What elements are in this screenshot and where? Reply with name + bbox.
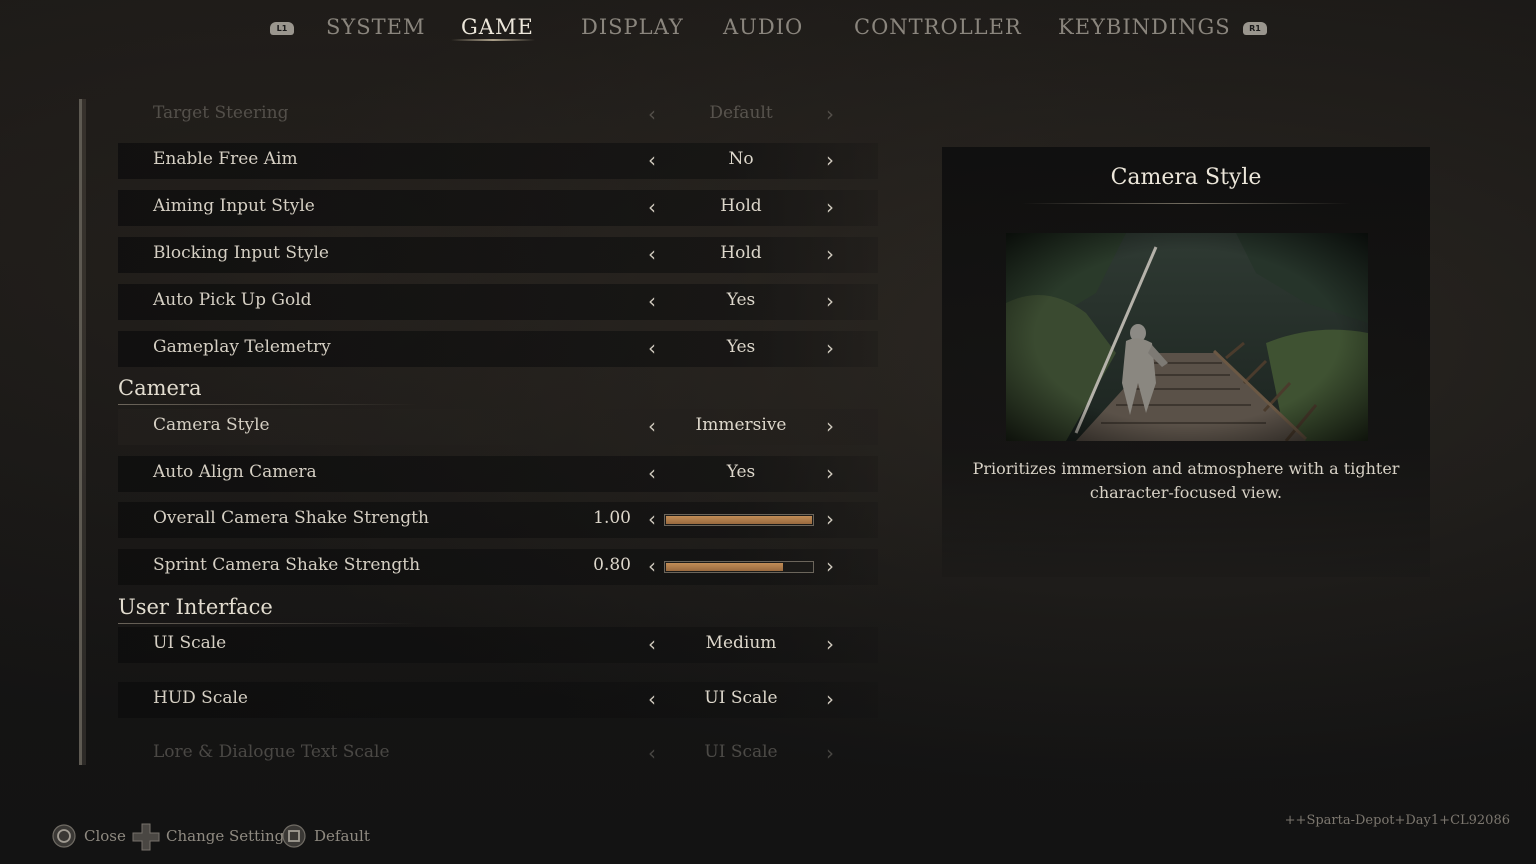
setting-value: Yes — [726, 290, 756, 310]
chevron-right-icon[interactable]: › — [820, 459, 840, 487]
chevron-left-icon[interactable]: ‹ — [642, 739, 662, 767]
setting-label: Lore & Dialogue Text Scale — [153, 742, 390, 762]
setting-label: Overall Camera Shake Strength — [153, 508, 429, 528]
r1-bumper-icon[interactable]: R1 — [1243, 22, 1267, 35]
default-hint-label[interactable]: Default — [314, 827, 370, 845]
chevron-right-icon[interactable]: › — [820, 505, 840, 533]
setting-row-blocking-input-style[interactable]: Blocking Input Style ‹ Hold › — [118, 237, 878, 273]
active-tab-underline — [451, 39, 535, 41]
setting-row-lore-dialogue-text-scale[interactable]: Lore & Dialogue Text Scale ‹ UI Scale › — [118, 736, 878, 772]
tab-controller[interactable]: CONTROLLER — [854, 15, 1022, 39]
setting-row-auto-pick-up-gold[interactable]: Auto Pick Up Gold ‹ Yes › — [118, 284, 878, 320]
chevron-left-icon[interactable]: ‹ — [642, 146, 662, 174]
chevron-right-icon[interactable]: › — [820, 412, 840, 440]
setting-row-gameplay-telemetry[interactable]: Gameplay Telemetry ‹ Yes › — [118, 331, 878, 367]
slider-fill — [666, 516, 812, 524]
setting-row-sprint-camera-shake[interactable]: Sprint Camera Shake Strength 0.80 ‹ › — [118, 549, 878, 585]
setting-value: Hold — [720, 196, 762, 216]
setting-row-auto-align-camera[interactable]: Auto Align Camera ‹ Yes › — [118, 456, 878, 492]
setting-value: UI Scale — [704, 688, 778, 708]
close-hint-label[interactable]: Close — [84, 827, 126, 845]
chevron-left-icon[interactable]: ‹ — [642, 334, 662, 362]
setting-label: Auto Pick Up Gold — [153, 290, 312, 310]
info-title-divider — [1022, 203, 1350, 204]
section-header-camera: Camera — [118, 376, 202, 400]
chevron-right-icon[interactable]: › — [820, 739, 840, 767]
chevron-right-icon[interactable]: › — [820, 334, 840, 362]
chevron-right-icon[interactable]: › — [820, 630, 840, 658]
setting-label: Enable Free Aim — [153, 149, 298, 169]
top-tab-bar: L1 SYSTEM GAME DISPLAY AUDIO CONTROLLER … — [0, 10, 1536, 50]
chevron-left-icon[interactable]: ‹ — [642, 240, 662, 268]
chevron-right-icon[interactable]: › — [820, 552, 840, 580]
chevron-left-icon[interactable]: ‹ — [642, 100, 662, 128]
info-title: Camera Style — [1110, 165, 1262, 190]
chevron-left-icon[interactable]: ‹ — [642, 685, 662, 713]
chevron-left-icon[interactable]: ‹ — [642, 193, 662, 221]
chevron-right-icon[interactable]: › — [820, 146, 840, 174]
chevron-right-icon[interactable]: › — [820, 100, 840, 128]
dpad-icon[interactable] — [131, 822, 161, 856]
setting-value: Medium — [705, 633, 777, 653]
chevron-left-icon[interactable]: ‹ — [642, 412, 662, 440]
settings-scrollbar[interactable] — [79, 99, 86, 765]
tab-display[interactable]: DISPLAY — [581, 15, 684, 39]
setting-value: Yes — [726, 337, 756, 357]
setting-row-overall-camera-shake[interactable]: Overall Camera Shake Strength 1.00 ‹ › — [118, 502, 878, 538]
tab-system[interactable]: SYSTEM — [326, 15, 425, 39]
setting-row-camera-style[interactable]: Camera Style ‹ Immersive › — [118, 409, 878, 445]
section-header-user-interface: User Interface — [118, 595, 273, 619]
tab-audio[interactable]: AUDIO — [723, 15, 803, 39]
setting-label: HUD Scale — [153, 688, 248, 708]
section-divider — [118, 623, 418, 624]
setting-row-hud-scale[interactable]: HUD Scale ‹ UI Scale › — [118, 682, 878, 718]
chevron-left-icon[interactable]: ‹ — [642, 630, 662, 658]
scrollbar-thumb[interactable] — [79, 99, 82, 765]
slider-value: 0.80 — [593, 555, 631, 575]
tab-game[interactable]: GAME — [461, 15, 534, 39]
setting-label: Gameplay Telemetry — [153, 337, 331, 357]
camera-style-preview-image — [1006, 233, 1368, 441]
setting-row-aiming-input-style[interactable]: Aiming Input Style ‹ Hold › — [118, 190, 878, 226]
setting-label: Aiming Input Style — [153, 196, 315, 216]
setting-value: UI Scale — [704, 742, 778, 762]
setting-row-enable-free-aim[interactable]: Enable Free Aim ‹ No › — [118, 143, 878, 179]
l1-bumper-icon[interactable]: L1 — [270, 22, 294, 35]
chevron-left-icon[interactable]: ‹ — [642, 552, 662, 580]
setting-value: Hold — [720, 243, 762, 263]
setting-info-panel: Camera Style Prioritizes immersion and a… — [942, 147, 1430, 577]
setting-value: Immersive — [695, 415, 787, 435]
slider-value: 1.00 — [593, 508, 631, 528]
setting-value: No — [728, 149, 754, 169]
setting-label: Blocking Input Style — [153, 243, 329, 263]
chevron-right-icon[interactable]: › — [820, 240, 840, 268]
sprint-shake-slider[interactable] — [664, 561, 814, 573]
chevron-left-icon[interactable]: ‹ — [642, 505, 662, 533]
setting-value: Yes — [726, 462, 756, 482]
tab-keybindings[interactable]: KEYBINDINGS — [1058, 15, 1231, 39]
square-button-icon[interactable] — [282, 824, 306, 852]
setting-label: Auto Align Camera — [153, 462, 317, 482]
build-version: ++Sparta-Depot+Day1+CL92086 — [1284, 813, 1510, 828]
setting-label: Target Steering — [153, 103, 289, 123]
setting-label: Sprint Camera Shake Strength — [153, 555, 421, 575]
chevron-right-icon[interactable]: › — [820, 287, 840, 315]
chevron-left-icon[interactable]: ‹ — [642, 459, 662, 487]
info-description: Prioritizes immersion and atmosphere wit… — [972, 459, 1400, 502]
circle-button-icon[interactable] — [52, 824, 76, 852]
settings-screen: L1 SYSTEM GAME DISPLAY AUDIO CONTROLLER … — [0, 0, 1536, 864]
change-setting-hint-label[interactable]: Change Setting — [166, 827, 284, 845]
chevron-right-icon[interactable]: › — [820, 685, 840, 713]
chevron-left-icon[interactable]: ‹ — [642, 287, 662, 315]
setting-label: UI Scale — [153, 633, 227, 653]
setting-label: Camera Style — [153, 415, 270, 435]
setting-value: Default — [709, 103, 773, 123]
setting-row-target-steering[interactable]: Target Steering ‹ Default › — [118, 97, 878, 133]
chevron-right-icon[interactable]: › — [820, 193, 840, 221]
slider-fill — [666, 563, 783, 571]
setting-row-ui-scale[interactable]: UI Scale ‹ Medium › — [118, 627, 878, 663]
section-divider — [118, 404, 418, 405]
camera-shake-slider[interactable] — [664, 514, 814, 526]
